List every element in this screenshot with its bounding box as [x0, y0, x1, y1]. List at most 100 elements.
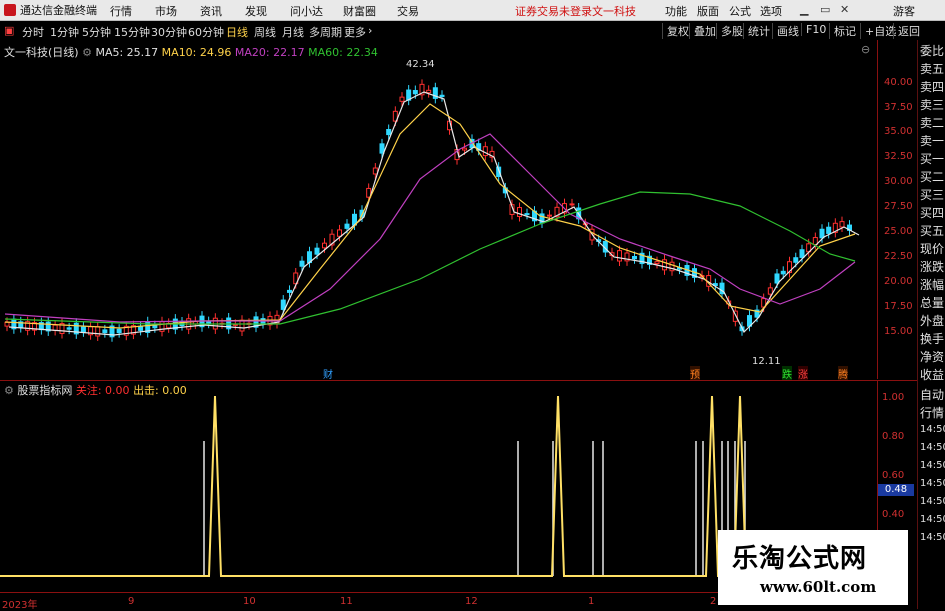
price-tick: 17.50	[884, 301, 913, 312]
candle	[826, 226, 832, 234]
tab-multi-period[interactable]: 多周期	[309, 24, 342, 40]
tick-time: 14:50	[920, 478, 945, 489]
toolbar-menu-icon[interactable]: ▣	[4, 24, 14, 37]
tab-5min[interactable]: 5分钟	[82, 24, 111, 40]
menu-gongshi[interactable]: 公式	[729, 3, 751, 19]
more-chevron-icon[interactable]: ›	[368, 24, 372, 37]
side-change: 涨跌	[920, 260, 945, 274]
side-sell4: 卖四	[920, 80, 945, 94]
menu-faxian[interactable]: 发现	[245, 3, 267, 19]
period-toolbar: ▣ 分时 1分钟 5分钟 15分钟 30分钟 60分钟 日线 周线 月线 多周期…	[0, 21, 945, 41]
candle	[439, 94, 445, 98]
side-quote[interactable]: 行情	[920, 404, 944, 421]
tab-more[interactable]: 更多	[344, 24, 366, 40]
ma60-label: MA60: 22.34	[308, 46, 378, 59]
indicator-gear-icon[interactable]: ⚙	[4, 384, 17, 397]
candle	[482, 146, 488, 157]
menu-shichang[interactable]: 市场	[155, 3, 177, 19]
login-notice[interactable]: 证券交易未登录	[515, 3, 592, 19]
candle	[524, 213, 530, 216]
btn-tongji[interactable]: 统计	[743, 23, 770, 39]
menu-gongneng[interactable]: 功能	[665, 3, 687, 19]
ma5-line	[8, 91, 860, 336]
tick-time: 14:50	[920, 496, 945, 507]
tick-time: 14:50	[920, 532, 945, 543]
tab-1min[interactable]: 1分钟	[50, 24, 79, 40]
ma10-line	[4, 103, 856, 329]
candle	[426, 89, 432, 94]
candle	[793, 257, 799, 263]
tab-weekly[interactable]: 周线	[254, 24, 276, 40]
price-tick: 22.50	[884, 251, 913, 262]
date-tick: 11	[340, 596, 353, 607]
high-price-label: 42.34	[406, 59, 435, 70]
menu-banmian[interactable]: 版面	[697, 3, 719, 19]
candle	[337, 229, 342, 237]
zoom-out-icon[interactable]: ⊖	[861, 43, 870, 56]
settings-gear-icon[interactable]: ⚙	[82, 46, 95, 59]
btn-biaoji[interactable]: 标记	[829, 23, 856, 39]
app-title: 通达信金融终端	[4, 2, 97, 18]
btn-f10[interactable]: F10	[801, 23, 826, 36]
tab-15min[interactable]: 15分钟	[114, 24, 150, 40]
date-tick: 1	[588, 596, 595, 607]
tab-fenshi[interactable]: 分时	[22, 24, 44, 40]
side-earnings: 收益	[920, 368, 945, 382]
btn-duogu[interactable]: 多股	[716, 23, 743, 39]
watermark-title: 乐淘公式网	[732, 544, 868, 574]
candle	[839, 221, 845, 228]
btn-fanhui[interactable]: 返回	[893, 23, 920, 39]
side-buy5: 买五	[920, 224, 945, 238]
yu-marker: 预	[690, 366, 700, 381]
restore-icon[interactable]: ▭	[820, 3, 830, 16]
price-tick: 32.50	[884, 151, 913, 162]
kline-chart[interactable]	[0, 40, 877, 379]
candle	[322, 242, 327, 249]
btn-zixuan[interactable]: +自选	[860, 23, 896, 39]
indicator-title: 股票指标网	[17, 384, 73, 397]
candle	[116, 328, 122, 334]
low-price-label: 12.11	[752, 356, 781, 367]
menu-caifuquan[interactable]: 财富圈	[343, 3, 376, 19]
candle	[662, 259, 667, 271]
side-buy4: 买四	[920, 206, 945, 220]
menu-zixun[interactable]: 资讯	[200, 3, 222, 19]
tab-60min[interactable]: 60分钟	[188, 24, 224, 40]
ind-tick: 1.00	[882, 392, 905, 403]
side-sell2: 卖二	[920, 116, 945, 130]
candle	[372, 167, 378, 175]
tab-30min[interactable]: 30分钟	[151, 24, 187, 40]
price-tick: 15.00	[884, 326, 913, 337]
candle	[4, 321, 10, 327]
ma20-label: MA20: 22.17	[234, 46, 305, 59]
tab-daily[interactable]: 日线	[226, 24, 248, 40]
candle	[412, 90, 418, 95]
tab-monthly[interactable]: 月线	[282, 24, 304, 40]
candle	[632, 255, 637, 260]
menu-jiaoyi[interactable]: 交易	[397, 3, 419, 19]
btn-diejia[interactable]: 叠加	[689, 23, 716, 39]
tick-time: 14:50	[920, 460, 945, 471]
menu-xuanxiang[interactable]: 选项	[760, 3, 782, 19]
main-legend: 文一科技(日线) ⚙ MA5: 25.17 MA10: 24.96 MA20: …	[4, 44, 378, 60]
tick-time: 14:50	[920, 514, 945, 525]
side-turnover: 换手	[920, 332, 945, 346]
side-change-pct: 涨幅	[920, 278, 945, 292]
side-buy3: 买三	[920, 188, 945, 202]
side-weibi: 委比	[920, 44, 945, 58]
menu-hangqing[interactable]: 行情	[110, 3, 132, 19]
side-auto[interactable]: 自动	[920, 386, 944, 403]
close-icon[interactable]: ✕	[840, 3, 849, 16]
die-marker: 跌	[782, 366, 792, 381]
guest-label[interactable]: 游客	[893, 3, 915, 19]
stock-title: 文一科技	[592, 5, 636, 18]
kline-panel[interactable]	[0, 40, 877, 379]
price-tick: 35.00	[884, 126, 913, 137]
btn-huaxian[interactable]: 画线	[772, 23, 799, 39]
side-buy2: 买二	[920, 170, 945, 184]
menu-wenxiaoda[interactable]: 问小达	[290, 3, 323, 19]
candle	[206, 321, 212, 324]
minimize-icon[interactable]: ▁	[800, 3, 808, 16]
btn-fuquan[interactable]: 复权	[662, 23, 689, 39]
candle	[52, 324, 58, 331]
